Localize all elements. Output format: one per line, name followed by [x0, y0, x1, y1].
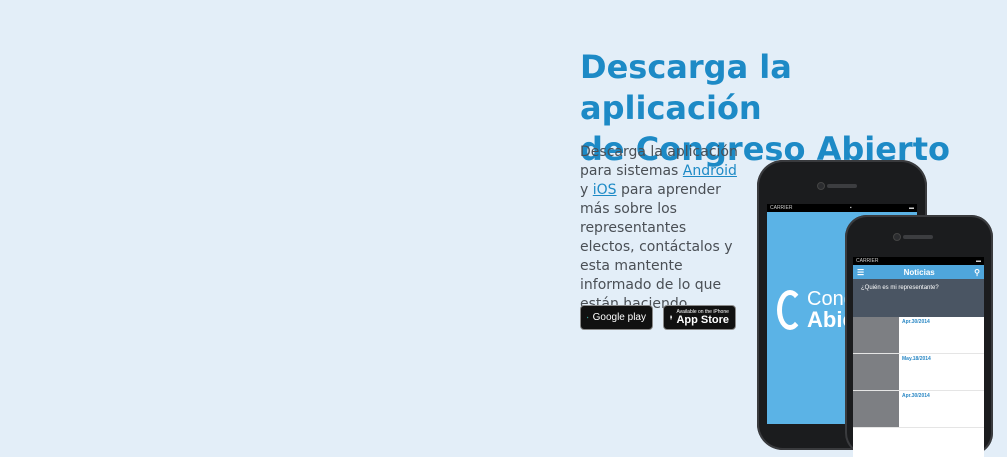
- search-icon: ⚲: [974, 268, 980, 277]
- headline-line-1: Descarga la aplicación: [580, 48, 792, 127]
- battery-icon: ▬: [976, 258, 981, 264]
- lock-icon: ▪: [850, 205, 852, 211]
- news-thumbnail: [853, 317, 899, 353]
- status-bar: CARRIER ▪ ▬: [767, 204, 917, 212]
- description-part-3: para aprender más sobre los representant…: [580, 182, 733, 312]
- iphone-icon: [670, 310, 672, 325]
- battery-icon: ▬: [909, 205, 914, 211]
- news-item: Apr.30/2014: [853, 391, 984, 428]
- news-item: May.18/2014: [853, 354, 984, 391]
- camera-icon: [817, 182, 825, 190]
- menu-icon: ☰: [857, 268, 864, 277]
- logo-mark-icon: [777, 290, 803, 330]
- news-date: Apr.30/2014: [902, 394, 930, 399]
- camera-icon: [893, 233, 901, 241]
- google-play-label: Google play: [593, 312, 646, 323]
- app-store-badge[interactable]: Available on the iPhone App Store: [663, 305, 736, 330]
- news-thumbnail: [853, 391, 899, 427]
- app-navbar: ☰ Noticias ⚲: [853, 265, 984, 279]
- ios-link[interactable]: iOS: [593, 182, 617, 198]
- hero-banner: ¿Quién es mi representante?: [853, 279, 984, 317]
- news-screen: CARRIER ▬ ☰ Noticias ⚲ ¿Quién es mi repr…: [853, 257, 984, 457]
- android-link[interactable]: Android: [683, 163, 737, 179]
- description-text: Descarga la aplicación para sistemas And…: [580, 143, 740, 314]
- carrier-label: CARRIER: [856, 258, 879, 264]
- carrier-label: CARRIER: [770, 205, 793, 211]
- news-date: Apr.30/2014: [902, 320, 930, 325]
- news-item: Apr.30/2014: [853, 317, 984, 354]
- news-thumbnail: [853, 354, 899, 390]
- news-date: May.18/2014: [902, 357, 931, 362]
- phone-mockup-news: CARRIER ▬ ☰ Noticias ⚲ ¿Quién es mi repr…: [845, 215, 993, 455]
- status-bar: CARRIER ▬: [853, 257, 984, 265]
- google-play-badge[interactable]: Google play: [580, 305, 653, 330]
- hero-text: ¿Quién es mi representante?: [861, 285, 939, 291]
- speaker-icon: [827, 184, 857, 188]
- speaker-icon: [903, 235, 933, 239]
- google-play-icon: [587, 311, 589, 324]
- nav-title: Noticias: [904, 268, 935, 277]
- app-store-label: App Store: [676, 315, 729, 326]
- description-part-2: y: [580, 182, 593, 198]
